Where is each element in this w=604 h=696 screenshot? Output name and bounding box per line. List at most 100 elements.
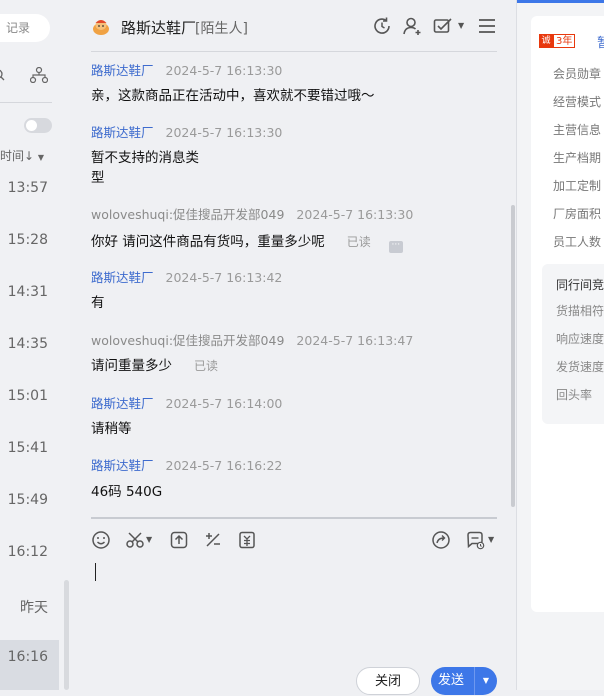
message-row: 请问重量多少 已读 bbox=[91, 354, 218, 374]
scrollbar[interactable] bbox=[64, 580, 69, 690]
sender-name[interactable]: 路斯达鞋厂 bbox=[91, 396, 154, 411]
message-meta: 路斯达鞋厂 2024-5-7 16:13:42 bbox=[91, 267, 282, 286]
message-text: 有 bbox=[91, 295, 105, 311]
message-meta: 路斯达鞋厂 2024-5-7 16:13:30 bbox=[91, 60, 282, 79]
trust-badge-icon: 诚 bbox=[539, 34, 553, 48]
task-check-icon[interactable] bbox=[432, 15, 454, 37]
quick-reply-icon[interactable] bbox=[464, 529, 486, 551]
history-icon[interactable] bbox=[371, 15, 393, 37]
timestamp: 2024-5-7 16:13:42 bbox=[165, 270, 283, 285]
send-label: 发送 bbox=[438, 673, 465, 688]
store-name[interactable]: 暂 bbox=[597, 32, 604, 51]
divider bbox=[0, 102, 52, 103]
chevron-down-icon[interactable]: ▼ bbox=[474, 667, 497, 695]
info-label: 生产档期 bbox=[553, 151, 602, 165]
message-text: 请问重量多少 bbox=[91, 358, 172, 374]
message-text: 46码 540G bbox=[91, 484, 163, 500]
coupon-icon[interactable] bbox=[236, 529, 258, 551]
info-label: 厂房面积 bbox=[553, 207, 602, 221]
timestamp: 2024-5-7 16:13:30 bbox=[296, 207, 414, 222]
message-text: 暂不支持的消息类 bbox=[91, 150, 199, 166]
conversation-time[interactable]: 13:57 bbox=[8, 180, 48, 196]
scissors-icon[interactable] bbox=[124, 529, 146, 551]
sender-name[interactable]: woloveshuqi:促佳搜品开发部049 bbox=[91, 333, 284, 348]
divider bbox=[91, 51, 497, 52]
text-cursor bbox=[95, 563, 96, 581]
message-text: 亲，这款商品正在活动中，喜欢就不要错过哦～ bbox=[91, 88, 375, 104]
sort-dropdown[interactable]: 时间↓ ▼ bbox=[0, 147, 44, 164]
conversation-time[interactable]: 16:12 bbox=[8, 544, 48, 560]
message-row: 你好 请问这件商品有货吗，重量多少呢 已读 ··· bbox=[91, 230, 403, 253]
conversation-time[interactable]: 15:28 bbox=[8, 232, 48, 248]
timestamp: 2024-5-7 16:16:22 bbox=[165, 458, 283, 473]
sender-name[interactable]: 路斯达鞋厂 bbox=[91, 63, 154, 78]
chevron-down-icon: ▼ bbox=[37, 153, 45, 162]
sender-name[interactable]: woloveshuqi:促佳搜品开发部049 bbox=[91, 207, 284, 222]
message-meta: 路斯达鞋厂 2024-5-7 16:14:00 bbox=[91, 393, 282, 412]
timestamp: 2024-5-7 16:13:30 bbox=[165, 125, 283, 140]
scrollbar[interactable] bbox=[511, 205, 515, 507]
read-status: 已读 bbox=[346, 235, 371, 249]
more-icon[interactable]: ··· bbox=[388, 241, 403, 253]
peer-metric: 货描相符 bbox=[556, 304, 604, 318]
timestamp: 2024-5-7 16:14:00 bbox=[165, 396, 283, 411]
conversation-time[interactable]: 15:41 bbox=[8, 440, 48, 456]
org-icon[interactable] bbox=[30, 67, 48, 83]
send-button[interactable]: 发送 ▼ bbox=[431, 667, 497, 695]
message-input[interactable] bbox=[91, 556, 497, 656]
close-button[interactable]: 关闭 bbox=[356, 667, 420, 695]
discount-icon[interactable] bbox=[202, 529, 224, 551]
search-placeholder: 记录 bbox=[5, 21, 30, 35]
sender-name[interactable]: 路斯达鞋厂 bbox=[91, 458, 154, 473]
timestamp: 2024-5-7 16:13:30 bbox=[165, 63, 283, 78]
peer-title: 同行间竞 bbox=[556, 278, 604, 292]
chevron-down-icon[interactable]: ▼ bbox=[146, 535, 152, 544]
chevron-down-icon[interactable]: ▼ bbox=[488, 535, 494, 544]
filter-toggle[interactable] bbox=[24, 118, 52, 133]
menu-icon[interactable] bbox=[476, 15, 498, 37]
selected-row-highlight bbox=[0, 640, 59, 690]
conversation-time[interactable]: 14:31 bbox=[8, 284, 48, 300]
peer-metric: 响应速度 bbox=[556, 332, 604, 346]
message-meta: 路斯达鞋厂 2024-5-7 16:13:30 bbox=[91, 122, 282, 141]
conversation-time[interactable]: 15:01 bbox=[8, 388, 48, 404]
chat-panel: 路斯达鞋厂 [陌生人] ▼ 路斯达鞋厂 2024-5-7 16:13:30 亲，这… bbox=[70, 0, 516, 695]
conversation-time[interactable]: 16:16 bbox=[8, 649, 48, 665]
message-meta: woloveshuqi:促佳搜品开发部049 2024-5-7 16:13:47 bbox=[91, 330, 413, 349]
message-meta: 路斯达鞋厂 2024-5-7 16:16:22 bbox=[91, 455, 282, 474]
active-tab-indicator bbox=[517, 0, 604, 3]
sender-name[interactable]: 路斯达鞋厂 bbox=[91, 270, 154, 285]
chevron-down-icon[interactable]: ▼ bbox=[458, 21, 464, 30]
sort-label: 时间↓ bbox=[0, 149, 35, 163]
upload-icon[interactable] bbox=[168, 529, 190, 551]
message-meta: woloveshuqi:促佳搜品开发部049 2024-5-7 16:13:30 bbox=[91, 204, 413, 223]
peer-metric: 回头率 bbox=[556, 388, 593, 402]
info-label: 会员勋章 bbox=[553, 67, 602, 81]
message-text: 型 bbox=[91, 170, 105, 186]
contact-tag: [陌生人] bbox=[195, 21, 248, 37]
add-contact-icon[interactable] bbox=[401, 15, 423, 37]
timestamp: 2024-5-7 16:13:47 bbox=[296, 333, 414, 348]
share-icon[interactable] bbox=[430, 529, 452, 551]
conversation-time[interactable]: 昨天 bbox=[20, 597, 48, 617]
conversation-time[interactable]: 15:49 bbox=[8, 492, 48, 508]
sender-name[interactable]: 路斯达鞋厂 bbox=[91, 125, 154, 140]
search-box[interactable]: 记录 bbox=[0, 14, 50, 42]
info-label: 员工人数 bbox=[553, 235, 602, 249]
info-label: 经营模式 bbox=[553, 95, 602, 109]
conversation-list: 记录 时间↓ ▼ 13:57 15:28 14:31 14:35 15:01 1… bbox=[0, 0, 70, 690]
emoji-icon[interactable] bbox=[90, 529, 112, 551]
avatar bbox=[93, 20, 109, 35]
message-text: 你好 请问这件商品有货吗，重量多少呢 bbox=[91, 234, 325, 250]
conversation-time[interactable]: 14:35 bbox=[8, 336, 48, 352]
info-label: 主营信息 bbox=[553, 123, 602, 137]
years-badge: 3年 bbox=[553, 34, 576, 48]
read-status: 已读 bbox=[194, 359, 219, 373]
message-text: 请稍等 bbox=[91, 421, 132, 437]
info-label: 加工定制 bbox=[553, 179, 602, 193]
contact-name: 路斯达鞋厂 bbox=[121, 19, 197, 37]
chat-header: 路斯达鞋厂 [陌生人] ▼ bbox=[70, 0, 516, 52]
peer-metric: 发货速度 bbox=[556, 360, 604, 374]
divider bbox=[91, 517, 497, 519]
search-icon[interactable] bbox=[0, 68, 6, 82]
